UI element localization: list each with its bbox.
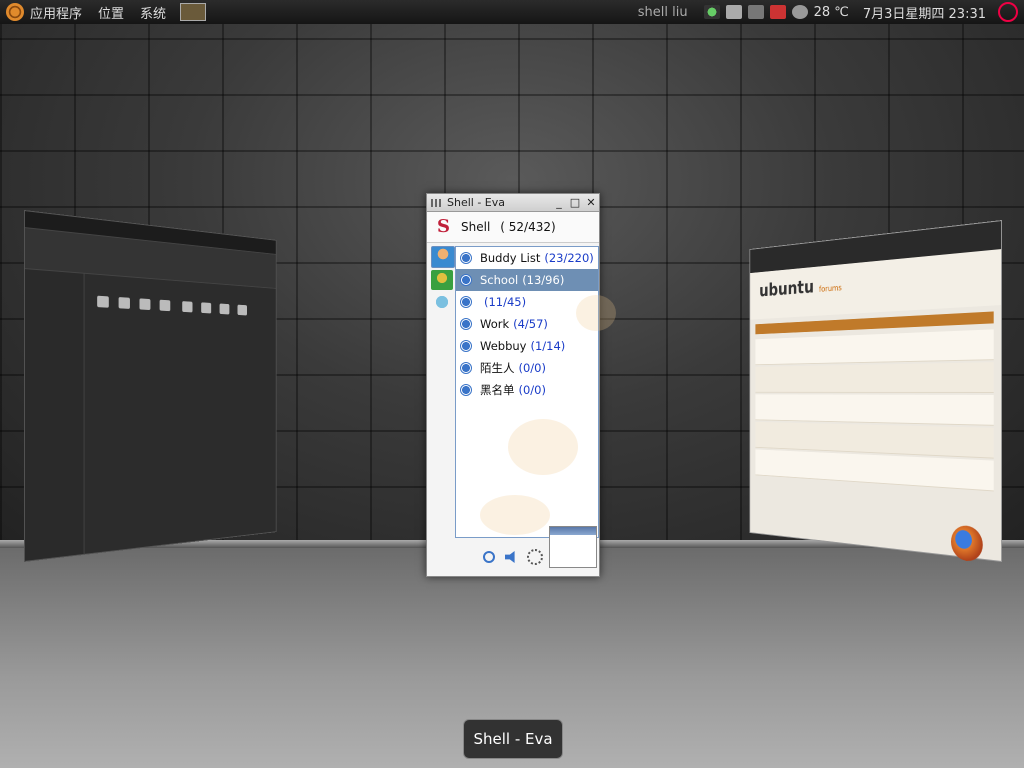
close-icon[interactable]: ✕ <box>585 197 597 209</box>
expand-arrow-icon[interactable] <box>460 384 472 396</box>
group-tab-icon[interactable] <box>431 270 453 290</box>
window-menu-icon[interactable] <box>431 198 441 207</box>
search-icon[interactable] <box>483 551 495 563</box>
eva-user-header: S Shell ( 52/432) <box>427 212 599 243</box>
chat-tab-icon[interactable] <box>431 292 453 312</box>
file-manager-window[interactable] <box>24 210 277 562</box>
network-icon[interactable] <box>703 5 720 19</box>
menu-system-label: 系统 <box>140 6 167 22</box>
menu-applications-label: 应用程序 <box>30 6 83 22</box>
printer-icon[interactable] <box>725 5 742 19</box>
maximize-icon[interactable]: □ <box>569 197 581 209</box>
ubuntu-logo-icon <box>6 3 24 21</box>
eva-online-count: ( 52/432) <box>500 220 556 234</box>
gear-icon[interactable] <box>527 549 543 565</box>
volume-icon[interactable] <box>769 5 786 19</box>
temperature[interactable]: 28 ℃ <box>814 5 849 20</box>
group-item-buddy-list[interactable]: Buddy List (23/220) <box>456 247 598 269</box>
group-item-strangers[interactable]: 陌生人 (0/0) <box>456 357 598 379</box>
eva-titlebar[interactable]: Shell - Eva _ □ ✕ <box>427 194 599 212</box>
minimize-icon[interactable]: _ <box>553 197 565 209</box>
eva-window[interactable]: Shell - Eva _ □ ✕ S Shell ( 52/432) Budd… <box>426 193 616 577</box>
menu-places-label: 位置 <box>98 6 125 22</box>
expand-arrow-icon[interactable] <box>460 318 472 330</box>
ubuntu-forums-logo: ubuntu forums <box>759 275 842 301</box>
group-item-school[interactable]: School (13/96) <box>456 269 598 291</box>
window-switcher-label: Shell - Eva <box>463 719 563 759</box>
system-tray: 28 ℃ 7月3日星期四 23:31 <box>698 2 1024 22</box>
user-name[interactable]: shell liu <box>628 5 698 20</box>
forum-row <box>755 329 994 366</box>
menu-system[interactable]: 系统 <box>132 0 174 24</box>
browser-window[interactable]: ubuntu forums <box>749 220 1002 563</box>
top-panel: 应用程序 位置 系统 shell liu 28 ℃ 7月3日星期四 23:31 <box>0 0 1024 24</box>
group-item-unnamed[interactable]: (11/45) <box>456 291 598 313</box>
eva-side-tabs <box>431 246 455 314</box>
expand-arrow-icon[interactable] <box>460 340 472 352</box>
expand-arrow-icon[interactable] <box>460 252 472 264</box>
expand-arrow-icon[interactable] <box>460 274 472 286</box>
eva-logo-icon[interactable]: S <box>437 218 455 236</box>
group-item-webbuy[interactable]: Webbuy (1/14) <box>456 335 598 357</box>
eva-notification-popup[interactable] <box>549 526 597 568</box>
buddy-group-list: Buddy List (23/220) School (13/96) (11/45)… <box>455 246 616 538</box>
power-icon[interactable] <box>998 2 1018 22</box>
group-item-work[interactable]: Work (4/57) <box>456 313 598 335</box>
expand-arrow-icon[interactable] <box>460 362 472 374</box>
file-icons <box>92 293 251 319</box>
menu-applications[interactable]: 应用程序 <box>0 0 90 24</box>
forum-row <box>755 394 994 426</box>
expand-arrow-icon[interactable] <box>460 296 472 308</box>
weather-icon[interactable] <box>791 5 808 19</box>
forum-row <box>755 362 994 393</box>
speaker-icon[interactable] <box>505 551 515 563</box>
clock[interactable]: 7月3日星期四 23:31 <box>863 3 986 22</box>
file-manager-sidebar <box>24 269 85 561</box>
eva-username: Shell <box>461 220 491 234</box>
menu-places[interactable]: 位置 <box>90 0 132 24</box>
network-manager-icon[interactable] <box>747 5 764 19</box>
group-item-blacklist[interactable]: 黑名单 (0/0) <box>456 379 598 401</box>
terminal-icon[interactable] <box>180 3 207 21</box>
eva-title: Shell - Eva <box>447 196 505 209</box>
buddy-tab-icon[interactable] <box>431 246 455 268</box>
